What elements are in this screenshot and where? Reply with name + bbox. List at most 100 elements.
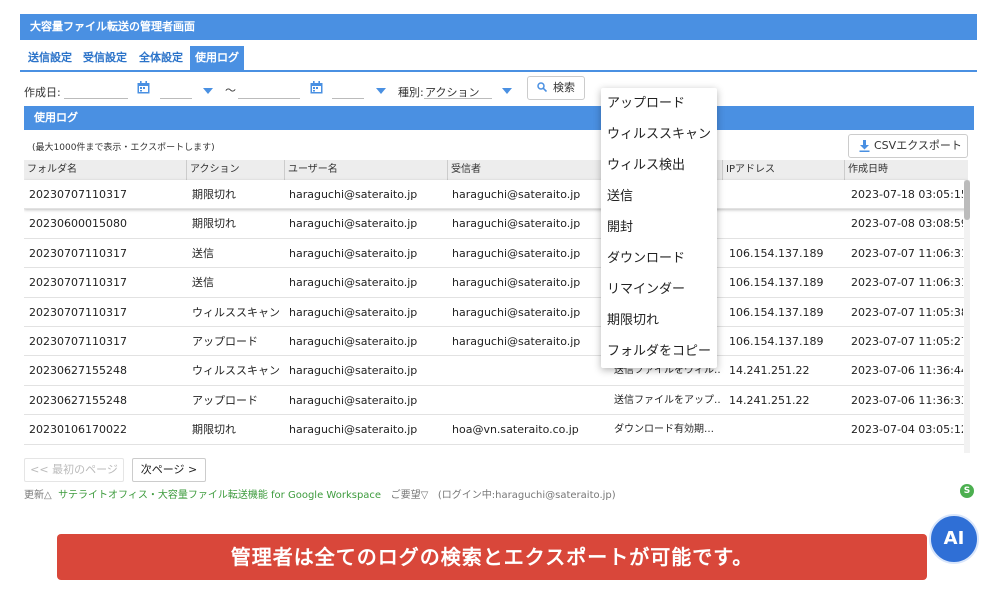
- dropdown-option-copy-folder[interactable]: フォルダをコピー: [607, 336, 711, 367]
- dropdown-option-expired[interactable]: 期限切れ: [607, 305, 659, 336]
- cell-date: 2023-07-07 11:06:31: [851, 276, 963, 290]
- dropdown-option-download[interactable]: ダウンロード: [607, 243, 685, 274]
- cell-recipient: haraguchi@sateraito.jp: [452, 276, 581, 290]
- table-row[interactable]: 20230707110317 アップロード haraguchi@sateraito.…: [24, 327, 968, 357]
- col-created[interactable]: 作成日時: [845, 160, 968, 180]
- chevron-down-icon[interactable]: [502, 88, 512, 94]
- caption-banner: 管理者は全てのログの検索とエクスポートが可能です。: [57, 534, 927, 580]
- type-label: 種別:: [398, 86, 424, 99]
- table-row[interactable]: 20230707110317 ウィルススキャン haraguchi@saterait…: [24, 298, 968, 327]
- col-action[interactable]: アクション: [187, 160, 285, 180]
- cell-user: haraguchi@sateraito.jp: [289, 305, 418, 319]
- cell-user: haraguchi@sateraito.jp: [289, 246, 418, 260]
- cell-recipient: haraguchi@sateraito.jp: [452, 335, 581, 348]
- dropdown-option-reminder[interactable]: リマインダー: [607, 274, 685, 305]
- date-to-input[interactable]: [238, 98, 300, 99]
- cell-folder: 20230627155248: [29, 393, 127, 407]
- date-from-input[interactable]: [64, 98, 128, 99]
- search-button-label: 検索: [553, 81, 575, 94]
- col-folder[interactable]: フォルダ名: [24, 160, 187, 180]
- log-table: フォルダ名 アクション ユーザー名 受信者 IPアドレス 作成日時 202307…: [24, 160, 968, 453]
- col-ip[interactable]: IPアドレス: [723, 160, 845, 180]
- chevron-down-icon[interactable]: [376, 88, 386, 94]
- table-scrollbar[interactable]: [964, 180, 970, 453]
- cell-action: 期限切れ: [192, 188, 236, 201]
- download-icon: [859, 140, 870, 152]
- tab-global-settings[interactable]: 全体設定: [139, 46, 183, 72]
- table-row[interactable]: 20230627155248 ウィルススキャン haraguchi@saterait…: [24, 356, 968, 386]
- tab-receive-settings[interactable]: 受信設定: [83, 46, 127, 72]
- cell-ip: 106.154.137.189: [729, 276, 824, 290]
- cell-date: 2023-07-04 03:05:12: [851, 423, 963, 437]
- page-title: 大容量ファイル転送の管理者画面: [20, 14, 977, 40]
- cell-date: 2023-07-07 11:06:31: [851, 246, 963, 260]
- cell-action: アップロード: [192, 393, 258, 407]
- footer-update-link[interactable]: 更新△: [24, 490, 52, 501]
- tab-usage-log[interactable]: 使用ログ: [190, 46, 244, 72]
- admin-app: 大容量ファイル転送の管理者画面 送信設定 受信設定 全体設定 使用ログ 作成日:…: [20, 14, 977, 506]
- cell-recipient: haraguchi@sateraito.jp: [452, 188, 581, 201]
- cell-recipient: haraguchi@sateraito.jp: [452, 217, 581, 231]
- footer-login-info: (ログイン中:haraguchi@sateraito.jp): [437, 490, 616, 501]
- table-row[interactable]: 20230707110317 期限切れ haraguchi@sateraito.jp…: [24, 180, 968, 210]
- cell-action: 送信: [192, 246, 214, 260]
- calendar-icon[interactable]: [310, 81, 323, 94]
- cell-ip: 106.154.137.189: [729, 335, 824, 348]
- cell-user: haraguchi@sateraito.jp: [289, 217, 418, 231]
- footer-request-link[interactable]: ご要望▽: [391, 490, 429, 501]
- cell-ip: 14.241.251.22: [729, 393, 810, 407]
- cell-folder: 20230600015080: [29, 217, 127, 231]
- cell-action: 送信: [192, 276, 214, 290]
- cell-ip: 106.154.137.189: [729, 246, 824, 260]
- cell-user: haraguchi@sateraito.jp: [289, 423, 418, 437]
- first-page-button[interactable]: << 最初のページ: [24, 458, 124, 482]
- next-page-button[interactable]: 次ページ >: [132, 458, 206, 482]
- tab-bar: 送信設定 受信設定 全体設定 使用ログ: [20, 46, 977, 72]
- tab-send-settings[interactable]: 送信設定: [28, 46, 72, 72]
- time-to-input[interactable]: [332, 98, 364, 99]
- cell-folder: 20230707110317: [29, 246, 127, 260]
- created-date-label: 作成日:: [24, 86, 61, 99]
- cell-folder: 20230707110317: [29, 305, 127, 319]
- cell-ip: 106.154.137.189: [729, 305, 824, 319]
- cell-detail: ダウンロード有効期…: [614, 424, 714, 436]
- footer: 更新△ サテライトオフィス・大容量ファイル転送機能 for Google Wor…: [24, 486, 616, 501]
- cell-action: ウィルススキャン: [192, 305, 280, 319]
- table-header: フォルダ名 アクション ユーザー名 受信者 IPアドレス 作成日時: [24, 160, 968, 180]
- csv-export-button[interactable]: CSVエクスポート: [848, 134, 968, 158]
- cell-folder: 20230627155248: [29, 364, 127, 378]
- time-from-input[interactable]: [160, 98, 192, 99]
- table-row[interactable]: 20230600015080 期限切れ haraguchi@sateraito.jp…: [24, 209, 968, 239]
- dropdown-option-upload[interactable]: アップロード: [607, 88, 685, 119]
- range-tilde: 〜: [225, 84, 236, 97]
- scroll-thumb[interactable]: [964, 180, 970, 220]
- cell-recipient: haraguchi@sateraito.jp: [452, 305, 581, 319]
- search-button[interactable]: 検索: [527, 76, 585, 100]
- dropdown-option-virus-scan[interactable]: ウィルススキャン: [607, 119, 711, 150]
- table-row[interactable]: 20230707110317 送信 haraguchi@sateraito.jp ha…: [24, 268, 968, 298]
- cell-folder: 20230707110317: [29, 188, 127, 201]
- dropdown-option-open[interactable]: 開封: [607, 212, 633, 243]
- col-user[interactable]: ユーザー名: [285, 160, 448, 180]
- chevron-down-icon[interactable]: [203, 88, 213, 94]
- cell-folder: 20230106170022: [29, 423, 127, 437]
- table-row[interactable]: 20230627155248 アップロード haraguchi@sateraito.…: [24, 386, 968, 416]
- dropdown-option-virus-detect[interactable]: ウィルス検出: [607, 150, 685, 181]
- cell-date: 2023-07-18 03:05:15: [851, 188, 963, 201]
- section-title: 使用ログ: [24, 106, 974, 130]
- csv-export-label: CSVエクスポート: [874, 139, 962, 152]
- ai-badge-icon[interactable]: AI: [929, 514, 979, 564]
- filter-bar: 作成日: 〜 種別: アクション 検索: [20, 76, 977, 106]
- col-recipient[interactable]: 受信者: [448, 160, 611, 180]
- cell-user: haraguchi@sateraito.jp: [289, 364, 418, 378]
- cell-date: 2023-07-06 11:36:33: [851, 393, 963, 407]
- footer-product-link[interactable]: サテライトオフィス・大容量ファイル転送機能 for Google Workspa…: [58, 490, 381, 501]
- cell-folder: 20230707110317: [29, 335, 127, 348]
- table-row[interactable]: 20230106170022 期限切れ haraguchi@sateraito.jp…: [24, 415, 968, 445]
- table-row[interactable]: 20230707110317 送信 haraguchi@sateraito.jp ha…: [24, 239, 968, 269]
- cell-action: 期限切れ: [192, 217, 236, 231]
- cell-recipient: hoa@vn.sateraito.co.jp: [452, 423, 579, 437]
- sateraito-logo-icon: S: [960, 484, 974, 498]
- dropdown-option-send[interactable]: 送信: [607, 181, 633, 212]
- calendar-icon[interactable]: [137, 81, 150, 94]
